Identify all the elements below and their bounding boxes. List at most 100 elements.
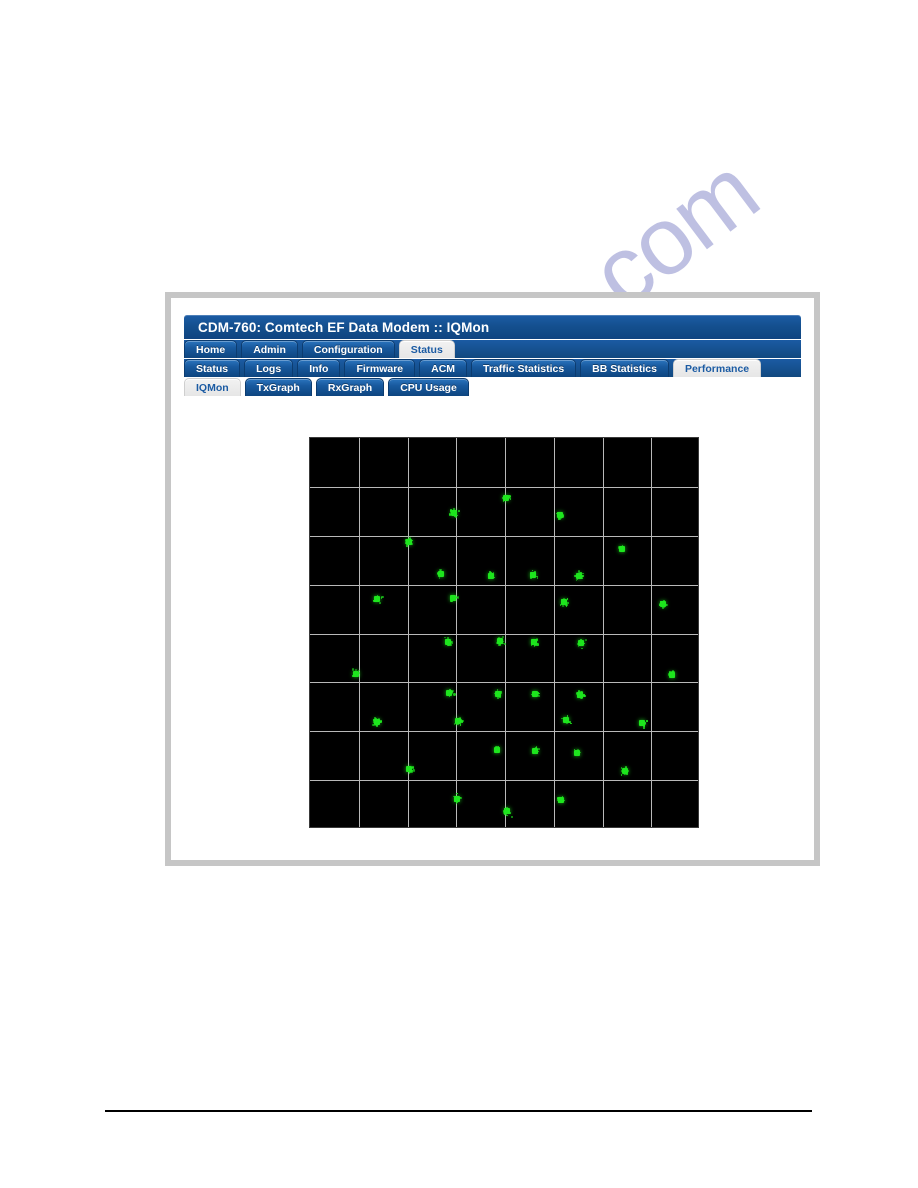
constellation-point bbox=[505, 811, 508, 813]
constellation-point bbox=[561, 800, 563, 802]
constellation-point bbox=[453, 795, 455, 798]
secondary-nav-tabs: Status Logs Info Firmware ACM Traffic Statist… bbox=[184, 359, 801, 378]
constellation-point bbox=[459, 724, 462, 726]
constellation-point bbox=[538, 748, 540, 750]
page-footer-rule bbox=[105, 1110, 812, 1112]
constellation-point bbox=[579, 643, 582, 647]
constellation-point bbox=[456, 792, 458, 795]
tab-status[interactable]: Status bbox=[398, 340, 455, 358]
constellation-point bbox=[459, 719, 462, 722]
constellation-point bbox=[488, 575, 490, 577]
iq-constellation-chart bbox=[309, 437, 699, 828]
constellation-point bbox=[509, 498, 512, 500]
constellation-point bbox=[581, 574, 585, 578]
constellation-point bbox=[408, 768, 410, 770]
constellation-point bbox=[581, 696, 584, 698]
constellation-point bbox=[646, 720, 648, 722]
constellation-point bbox=[376, 600, 378, 603]
constellation-point bbox=[453, 599, 457, 602]
tab-home[interactable]: Home bbox=[184, 340, 238, 358]
constellation-point bbox=[412, 769, 415, 772]
constellation-point bbox=[535, 752, 537, 754]
constellation-point bbox=[533, 645, 536, 647]
constellation-point bbox=[510, 815, 514, 818]
tab-txgraph[interactable]: TxGraph bbox=[244, 378, 312, 396]
constellation-point bbox=[558, 512, 561, 514]
constellation-point bbox=[506, 807, 508, 809]
constellation-point bbox=[412, 766, 415, 769]
constellation-point bbox=[574, 574, 577, 578]
modem-web-interface-body: CDM-760: Comtech EF Data Modem :: IQMon … bbox=[171, 298, 814, 860]
constellation-point bbox=[444, 636, 446, 639]
constellation-point bbox=[562, 603, 564, 606]
constellation-point bbox=[455, 516, 457, 518]
constellation-point bbox=[405, 540, 407, 542]
constellation-point bbox=[439, 573, 443, 576]
constellation-point bbox=[563, 799, 565, 802]
tab-info[interactable]: Info bbox=[297, 359, 341, 377]
constellation-point bbox=[671, 671, 674, 674]
constellation-point bbox=[449, 643, 452, 647]
constellation-point bbox=[500, 692, 502, 695]
tertiary-nav-tabs: IQMon TxGraph RxGraph CPU Usage bbox=[184, 378, 801, 397]
tab-cpu-usage[interactable]: CPU Usage bbox=[388, 378, 469, 396]
constellation-point bbox=[497, 751, 499, 754]
tab-bb-statistics[interactable]: BB Statistics bbox=[580, 359, 669, 377]
constellation-point bbox=[499, 643, 501, 645]
constellation-point bbox=[561, 717, 563, 720]
constellation-point bbox=[623, 773, 626, 776]
tab-traffic-statistics[interactable]: Traffic Statistics bbox=[471, 359, 577, 377]
constellation-point bbox=[497, 638, 500, 642]
constellation-point bbox=[496, 689, 499, 691]
constellation-point bbox=[659, 603, 662, 607]
tab-admin[interactable]: Admin bbox=[241, 340, 298, 358]
constellation-point bbox=[494, 751, 497, 753]
constellation-point bbox=[534, 641, 538, 644]
constellation-point bbox=[537, 644, 539, 647]
constellation-points bbox=[310, 438, 698, 827]
constellation-point bbox=[407, 539, 410, 542]
tab-acm[interactable]: ACM bbox=[419, 359, 468, 377]
constellation-point bbox=[497, 749, 499, 751]
constellation-point bbox=[621, 549, 623, 552]
constellation-point bbox=[358, 672, 360, 674]
constellation-point bbox=[561, 515, 565, 518]
constellation-point bbox=[502, 500, 505, 502]
constellation-point bbox=[566, 717, 569, 720]
constellation-point bbox=[641, 721, 643, 723]
constellation-point bbox=[410, 542, 414, 546]
constellation-point bbox=[558, 801, 561, 803]
constellation-point bbox=[447, 637, 449, 639]
constellation-point bbox=[501, 639, 504, 641]
constellation-point bbox=[354, 670, 357, 673]
tab-status[interactable]: Status bbox=[184, 359, 241, 377]
constellation-point bbox=[497, 693, 500, 697]
tab-configuration[interactable]: Configuration bbox=[301, 340, 395, 358]
constellation-point bbox=[507, 495, 509, 498]
constellation-point bbox=[564, 721, 567, 723]
constellation-point bbox=[503, 643, 507, 646]
constellation-point bbox=[536, 577, 539, 579]
tab-performance[interactable]: Performance bbox=[672, 359, 762, 377]
constellation-point bbox=[380, 720, 382, 722]
constellation-point bbox=[569, 721, 571, 723]
tab-rxgraph[interactable]: RxGraph bbox=[315, 378, 385, 396]
constellation-point bbox=[406, 545, 408, 547]
constellation-point bbox=[502, 640, 505, 643]
tab-iqmon[interactable]: IQMon bbox=[184, 378, 241, 396]
constellation-point bbox=[411, 539, 414, 542]
constellation-point bbox=[506, 499, 509, 502]
constellation-point bbox=[578, 575, 580, 578]
constellation-point bbox=[642, 726, 645, 730]
constellation-point bbox=[448, 695, 451, 698]
modem-web-interface-frame: CDM-760: Comtech EF Data Modem :: IQMon … bbox=[165, 292, 820, 866]
constellation-point bbox=[581, 577, 583, 580]
constellation-point bbox=[644, 722, 647, 725]
constellation-point bbox=[585, 639, 587, 641]
constellation-point bbox=[627, 770, 630, 772]
constellation-point bbox=[458, 510, 460, 512]
constellation-point bbox=[379, 602, 381, 604]
tab-logs[interactable]: Logs bbox=[244, 359, 294, 377]
tab-firmware[interactable]: Firmware bbox=[344, 359, 416, 377]
constellation-point bbox=[535, 692, 538, 694]
